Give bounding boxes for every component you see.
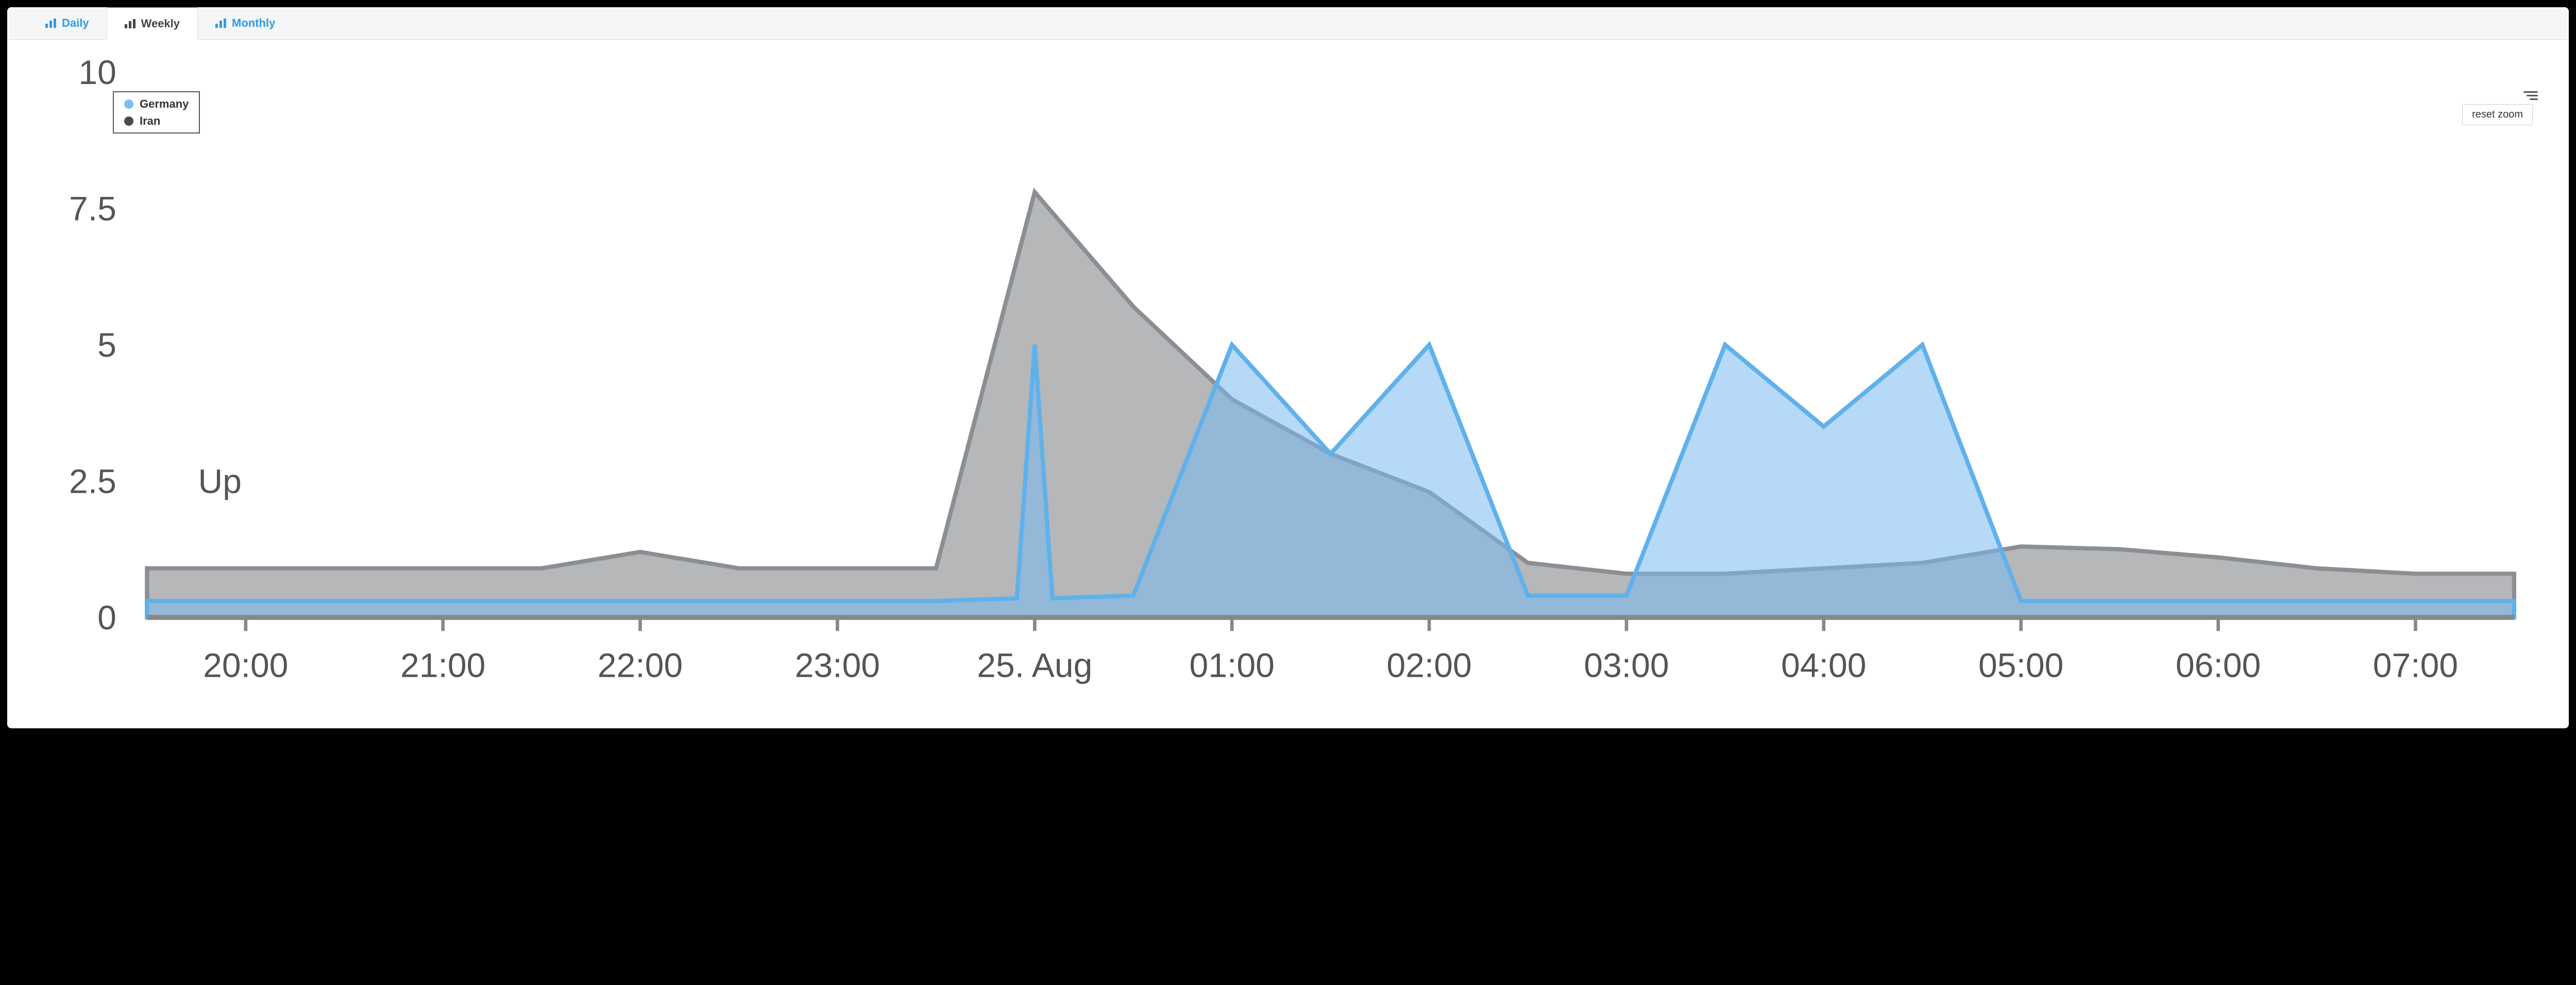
panel: Daily Weekly Monthly reset zoom Germany … bbox=[7, 7, 2569, 728]
area-chart[interactable]: 0 2.5 5 7.5 10 Up 20:00 21:00 22:00 23:00 25. Aug 0… bbox=[28, 55, 2548, 703]
svg-text:03:00: 03:00 bbox=[1584, 646, 1669, 685]
reset-zoom-button[interactable]: reset zoom bbox=[2462, 104, 2533, 125]
tab-daily[interactable]: Daily bbox=[28, 7, 107, 39]
svg-text:20:00: 20:00 bbox=[203, 646, 288, 685]
svg-text:0: 0 bbox=[97, 599, 116, 637]
legend-item-iran[interactable]: Iran bbox=[124, 112, 189, 129]
legend-swatch bbox=[124, 116, 133, 126]
svg-text:25. Aug: 25. Aug bbox=[977, 646, 1092, 685]
bar-chart-icon bbox=[125, 19, 136, 28]
bar-chart-icon bbox=[215, 19, 227, 28]
legend-swatch bbox=[124, 99, 133, 109]
svg-text:02:00: 02:00 bbox=[1386, 646, 1471, 685]
svg-text:22:00: 22:00 bbox=[598, 646, 683, 685]
legend-label: Germany bbox=[140, 95, 189, 112]
tab-weekly[interactable]: Weekly bbox=[107, 7, 198, 40]
svg-text:10: 10 bbox=[78, 55, 116, 92]
legend-label: Iran bbox=[140, 112, 160, 129]
svg-text:5: 5 bbox=[97, 326, 116, 364]
legend-item-germany[interactable]: Germany bbox=[124, 95, 189, 112]
tab-label: Weekly bbox=[141, 17, 180, 30]
svg-text:Up: Up bbox=[198, 462, 242, 500]
svg-text:7.5: 7.5 bbox=[69, 190, 116, 228]
period-tabs: Daily Weekly Monthly bbox=[7, 7, 2569, 40]
bar-chart-icon bbox=[45, 19, 57, 28]
svg-text:2.5: 2.5 bbox=[69, 462, 116, 500]
svg-text:23:00: 23:00 bbox=[795, 646, 880, 685]
svg-text:01:00: 01:00 bbox=[1189, 646, 1274, 685]
legend[interactable]: Germany Iran bbox=[113, 91, 200, 133]
tab-label: Monthly bbox=[232, 16, 275, 30]
svg-text:04:00: 04:00 bbox=[1781, 646, 1866, 685]
svg-text:07:00: 07:00 bbox=[2373, 646, 2458, 685]
tab-monthly[interactable]: Monthly bbox=[198, 7, 293, 39]
svg-text:05:00: 05:00 bbox=[1978, 646, 2063, 685]
chart-container: reset zoom Germany Iran 0 2.5 5 7.5 10 Up 20:0… bbox=[7, 40, 2569, 728]
tab-label: Daily bbox=[62, 16, 89, 30]
svg-text:06:00: 06:00 bbox=[2176, 646, 2261, 685]
svg-text:21:00: 21:00 bbox=[400, 646, 485, 685]
chart-menu-icon[interactable] bbox=[2523, 91, 2538, 101]
